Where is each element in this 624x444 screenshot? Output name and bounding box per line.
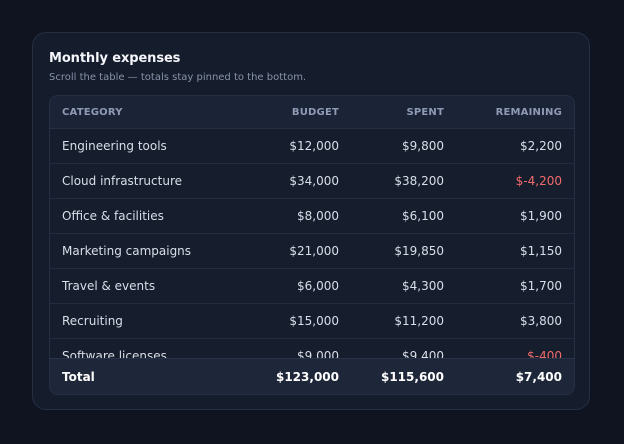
expenses-table: CATEGORY BUDGET SPENT REMAINING Engineer… xyxy=(49,95,575,395)
row-spent: $11,200 xyxy=(394,314,444,328)
row-spent: $4,300 xyxy=(402,279,444,293)
card-title: Monthly expenses xyxy=(49,51,181,66)
row-budget: $21,000 xyxy=(289,244,339,258)
row-remaining: $-400 xyxy=(527,349,562,358)
table-body-scroll[interactable]: Engineering tools $12,000 $9,800 $2,200 Clou… xyxy=(50,129,574,358)
row-spent: $9,400 xyxy=(402,349,444,358)
row-category: Software licenses xyxy=(62,349,167,358)
table-header: CATEGORY BUDGET SPENT REMAINING xyxy=(50,96,574,129)
row-remaining: $1,150 xyxy=(520,244,562,258)
table-row: Office & facilities $8,000 $6,100 $1,900 xyxy=(50,199,574,234)
row-budget: $12,000 xyxy=(289,139,339,153)
row-remaining: $2,200 xyxy=(520,139,562,153)
row-budget: $8,000 xyxy=(297,209,339,223)
row-category: Marketing campaigns xyxy=(62,244,192,258)
totals-remaining: $7,400 xyxy=(515,370,562,384)
row-remaining: $-4,200 xyxy=(515,174,562,188)
row-remaining: $3,800 xyxy=(520,314,562,328)
card-subtitle: Scroll the table — totals stay pinned to… xyxy=(49,72,307,83)
table-row: Cloud infrastructure $34,000 $38,200 $-4,20… xyxy=(50,164,574,199)
totals-label: Total xyxy=(62,370,95,384)
totals-budget: $123,000 xyxy=(275,370,339,384)
table-row: Marketing campaigns $21,000 $19,850 $1,150 xyxy=(50,234,574,269)
row-budget: $15,000 xyxy=(289,314,339,328)
row-budget: $34,000 xyxy=(289,174,339,188)
table-totals-row: Total $123,000 $115,600 $7,400 xyxy=(50,358,574,394)
row-spent: $9,800 xyxy=(402,139,444,153)
row-category: Office & facilities xyxy=(62,209,164,223)
row-budget: $9,000 xyxy=(297,349,339,358)
row-budget: $6,000 xyxy=(297,279,339,293)
row-spent: $38,200 xyxy=(394,174,444,188)
totals-spent: $115,600 xyxy=(380,370,444,384)
table-row: Software licenses $9,000 $9,400 $-400 xyxy=(50,339,574,358)
expenses-card: Monthly expenses Scroll the table — tota… xyxy=(32,32,590,410)
header-spent: SPENT xyxy=(406,107,444,118)
row-spent: $19,850 xyxy=(394,244,444,258)
header-remaining: REMAINING xyxy=(495,107,562,118)
row-category: Travel & events xyxy=(62,279,156,293)
row-category: Recruiting xyxy=(62,314,123,328)
table-row: Recruiting $15,000 $11,200 $3,800 xyxy=(50,304,574,339)
row-remaining: $1,900 xyxy=(520,209,562,223)
row-category: Cloud infrastructure xyxy=(62,174,182,188)
header-budget: BUDGET xyxy=(291,107,339,118)
row-category: Engineering tools xyxy=(62,139,167,153)
row-spent: $6,100 xyxy=(402,209,444,223)
header-category: CATEGORY xyxy=(62,107,123,118)
row-remaining: $1,700 xyxy=(520,279,562,293)
table-row: Engineering tools $12,000 $9,800 $2,200 xyxy=(50,129,574,164)
table-row: Travel & events $6,000 $4,300 $1,700 xyxy=(50,269,574,304)
